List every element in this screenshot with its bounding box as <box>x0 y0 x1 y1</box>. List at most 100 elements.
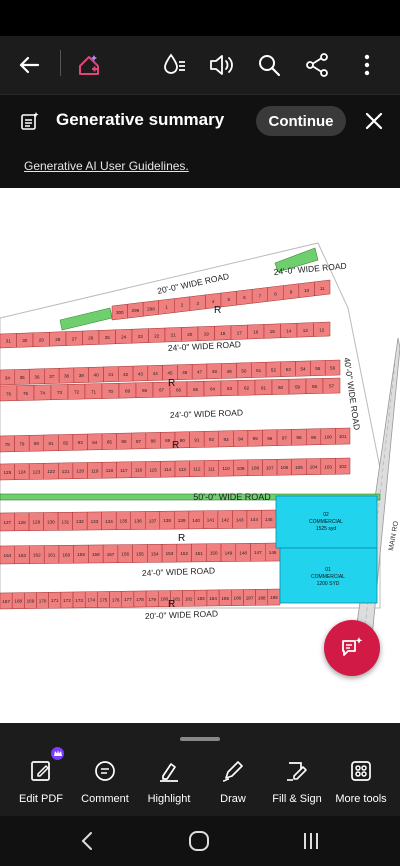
tool-comment[interactable]: Comment <box>72 759 138 813</box>
close-icon[interactable] <box>362 109 386 133</box>
plot-number: 68 <box>142 388 148 393</box>
plot-number: 139 <box>178 518 186 523</box>
ai-assistant-fab[interactable] <box>324 620 380 676</box>
plot-number: 144 <box>250 517 258 522</box>
plot-number: 149 <box>225 551 233 556</box>
highlight-icon <box>160 763 178 782</box>
nav-home-icon[interactable] <box>184 828 214 854</box>
plot-number: 178 <box>136 597 144 602</box>
plot-number: 53 <box>286 367 292 372</box>
plot-number: 163 <box>18 553 26 558</box>
plot-number: 120 <box>76 469 84 474</box>
plot-number: 157 <box>107 552 115 557</box>
continue-button[interactable]: Continue <box>256 106 346 136</box>
tool-label: Draw <box>220 793 246 805</box>
plot-number: 174 <box>87 598 95 603</box>
plot-number: 58 <box>312 384 318 389</box>
back-arrow-icon[interactable] <box>14 50 44 80</box>
plot-number: 112 <box>193 467 201 472</box>
main-road-label: MAIN RO <box>388 520 400 551</box>
commercial-02-area: 1525 syd <box>316 526 337 532</box>
plot-number: 29 <box>39 338 45 343</box>
toolbar-divider <box>60 50 61 76</box>
liquid-mode-icon[interactable] <box>160 50 190 80</box>
plot-number: 42 <box>123 372 129 377</box>
share-icon[interactable] <box>302 50 332 80</box>
plot-number: 106 <box>281 465 289 470</box>
plot-number: 135 <box>120 519 128 524</box>
plot-number: 96 <box>267 436 273 441</box>
plot-number: 177 <box>124 597 132 602</box>
road-label-50: 50'-0" WIDE ROAD <box>193 492 271 502</box>
plot-number: 40 <box>94 373 100 378</box>
plot-number: 74 <box>40 391 46 396</box>
plot-number: 143 <box>236 517 244 522</box>
comment-icon <box>95 761 115 781</box>
road-label-24-b: 24'-0" WIDE ROAD <box>170 407 243 420</box>
plot-number: 121 <box>62 469 70 474</box>
tool-highlight[interactable]: Highlight <box>136 759 202 813</box>
plot-number: 138 <box>163 518 171 523</box>
plot-number: 59 <box>295 385 301 390</box>
plot-number: 108 <box>251 466 259 471</box>
tool-draw[interactable]: Draw <box>200 759 266 813</box>
more-icon[interactable] <box>352 50 382 80</box>
plot-number: 171 <box>51 598 59 603</box>
plot-number: 130 <box>47 519 55 524</box>
plot-number: 129 <box>32 520 40 525</box>
plot-number: 82 <box>63 441 69 446</box>
tool-fill-sign[interactable]: Fill & Sign <box>264 759 330 813</box>
plot-number: 10 <box>304 288 310 293</box>
plot-number: 8 <box>274 292 277 297</box>
plot-number: 13 <box>303 328 309 333</box>
plot-number: 79 <box>19 442 25 447</box>
plot-number: 123 <box>33 469 41 474</box>
plot-number: 60 <box>278 385 284 390</box>
plot-number: 30 <box>22 338 28 343</box>
plot-number: 107 <box>266 465 274 470</box>
plot-number: 147 <box>254 550 262 555</box>
draw-icon <box>222 761 243 782</box>
plot-number: 164 <box>4 553 12 558</box>
plot-number: 91 <box>194 438 200 443</box>
drag-handle[interactable] <box>180 737 220 741</box>
plot-number: 124 <box>18 470 26 475</box>
plot-number: 151 <box>195 551 203 556</box>
plot-number: 169 <box>27 599 35 604</box>
plot-number: 115 <box>149 467 157 472</box>
plot-number: 150 <box>210 551 218 556</box>
generative-summary-icon <box>21 112 39 130</box>
nav-back-icon[interactable] <box>72 828 102 854</box>
ai-assistant-icon[interactable] <box>74 50 104 80</box>
nav-recents-icon[interactable] <box>296 828 326 854</box>
plot-number: 131 <box>62 519 70 524</box>
plot-number: 23 <box>138 334 144 339</box>
plot-number: 122 <box>47 469 55 474</box>
search-icon[interactable] <box>254 50 284 80</box>
block-marker: R <box>168 378 175 389</box>
plot-number: 127 <box>3 520 11 525</box>
ai-guidelines-link[interactable]: Generative AI User Guidelines. <box>24 159 189 173</box>
plot-number: 31 <box>6 339 12 344</box>
plot-number: 41 <box>108 372 114 377</box>
road-label-24-c: 24'-0" WIDE ROAD <box>142 565 215 578</box>
tool-label: Highlight <box>147 793 191 805</box>
plot-number: 65 <box>193 387 199 392</box>
tool-edit-pdf[interactable]: Edit PDF <box>8 759 74 813</box>
plot-number: 44 <box>153 371 159 376</box>
plot-number: 118 <box>106 468 114 473</box>
plot-number: 50 <box>241 368 247 373</box>
plot-number: 28 <box>55 337 61 342</box>
plot-number: 132 <box>76 519 84 524</box>
system-nav-bar <box>0 816 400 866</box>
plot-number: 85 <box>107 440 113 445</box>
plot-number: 84 <box>92 440 98 445</box>
read-aloud-icon[interactable] <box>206 50 236 80</box>
plot-number: 36 <box>34 374 40 379</box>
plot-number: 156 <box>121 552 129 557</box>
plot-number: 155 <box>136 552 144 557</box>
generative-summary-banner: Generative summary Continue Generative A… <box>0 94 400 188</box>
plot-number: 45 <box>167 371 173 376</box>
tool-more-tools[interactable]: More tools <box>328 759 394 813</box>
road-label-20-top: 20'-0" WIDE ROAD <box>156 271 230 296</box>
